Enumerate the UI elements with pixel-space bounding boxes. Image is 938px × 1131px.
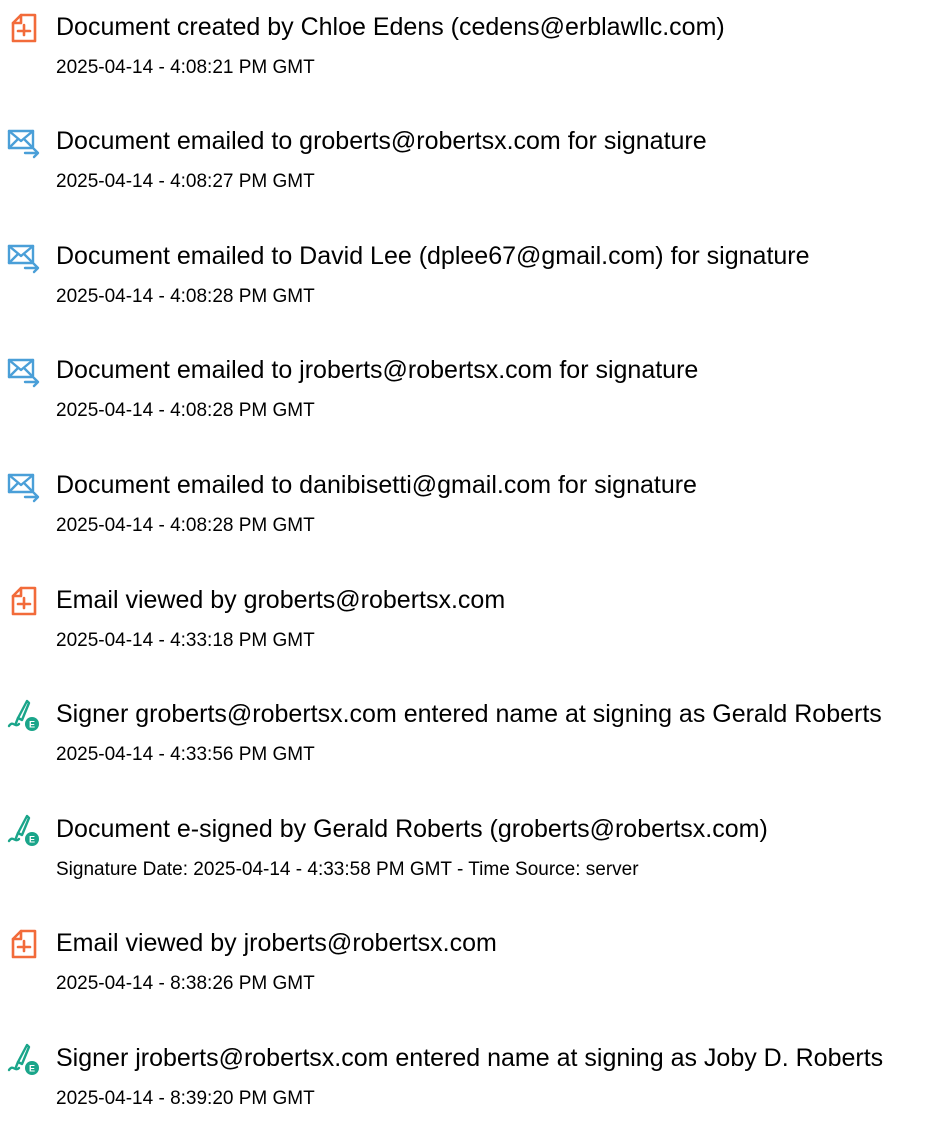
svg-text:E: E [29,835,35,845]
event-title: Document emailed to David Lee (dplee67@g… [56,242,810,270]
event-timestamp: 2025-04-14 - 4:33:18 PM GMT [56,630,315,651]
e-sign-icon: E [7,813,41,847]
audit-event: Document emailed to David Lee (dplee67@g… [0,229,938,329]
audit-event: Document emailed to jroberts@robertsx.co… [0,343,938,443]
audit-event: E Signer groberts@robertsx.com entered n… [0,687,938,787]
event-timestamp: 2025-04-14 - 4:08:28 PM GMT [56,286,315,307]
event-timestamp: 2025-04-14 - 4:33:56 PM GMT [56,744,315,765]
audit-event: Document emailed to groberts@robertsx.co… [0,114,938,214]
e-sign-icon: E [7,1042,41,1076]
event-timestamp: 2025-04-14 - 4:08:27 PM GMT [56,171,315,192]
event-timestamp: 2025-04-14 - 8:39:20 PM GMT [56,1088,315,1109]
event-timestamp: Signature Date: 2025-04-14 - 4:33:58 PM … [56,859,639,880]
event-timestamp: 2025-04-14 - 4:08:28 PM GMT [56,400,315,421]
event-title: Email viewed by jroberts@robertsx.com [56,929,497,957]
event-title: Signer groberts@robertsx.com entered nam… [56,700,882,728]
email-sent-icon [7,125,41,159]
audit-event: Email viewed by groberts@robertsx.com 20… [0,573,938,673]
event-title: Document e-signed by Gerald Roberts (gro… [56,815,768,843]
event-title: Email viewed by groberts@robertsx.com [56,586,506,614]
audit-event: E Document e-signed by Gerald Roberts (g… [0,802,938,902]
email-sent-icon [7,354,41,388]
event-timestamp: 2025-04-14 - 4:08:28 PM GMT [56,515,315,536]
email-viewed-icon [7,927,41,961]
event-title: Signer jroberts@robertsx.com entered nam… [56,1044,884,1072]
email-sent-icon [7,240,41,274]
event-title: Document emailed to jroberts@robertsx.co… [56,356,699,384]
email-sent-icon [7,469,41,503]
event-title: Document emailed to danibisetti@gmail.co… [56,471,697,499]
audit-event: Document emailed to danibisetti@gmail.co… [0,458,938,558]
event-title: Document emailed to groberts@robertsx.co… [56,127,707,155]
event-timestamp: 2025-04-14 - 8:38:26 PM GMT [56,973,315,994]
event-title: Document created by Chloe Edens (cedens@… [56,13,725,41]
audit-event: Email viewed by jroberts@robertsx.com 20… [0,916,938,1016]
audit-event: E Signer jroberts@robertsx.com entered n… [0,1031,938,1131]
audit-event-list: Document created by Chloe Edens (cedens@… [0,0,938,1109]
email-viewed-icon [7,584,41,618]
audit-event: Document created by Chloe Edens (cedens@… [0,0,938,100]
e-sign-icon: E [7,698,41,732]
svg-text:E: E [29,1064,35,1074]
event-timestamp: 2025-04-14 - 4:08:21 PM GMT [56,57,315,78]
document-created-icon [7,11,41,45]
svg-text:E: E [29,720,35,730]
